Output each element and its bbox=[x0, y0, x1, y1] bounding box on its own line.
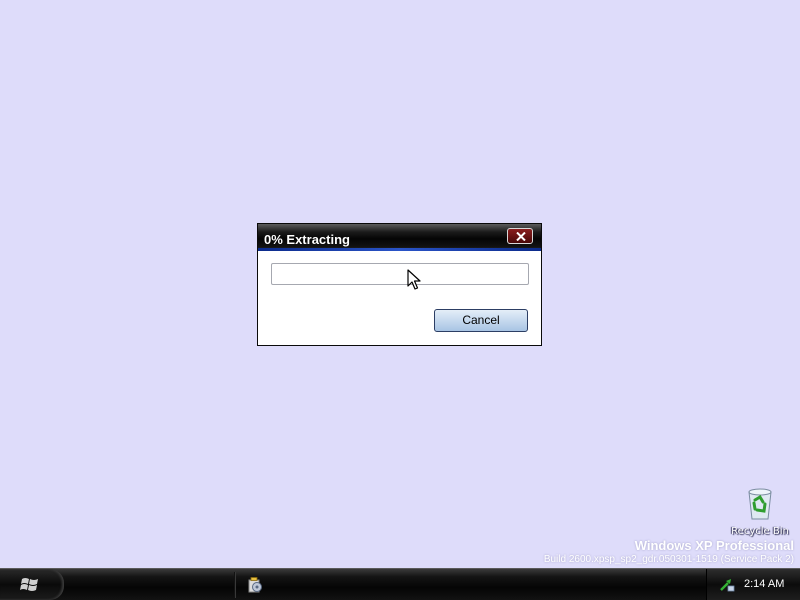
system-tray: 2:14 AM bbox=[706, 569, 800, 600]
close-icon bbox=[516, 232, 526, 241]
mouse-cursor bbox=[407, 269, 421, 295]
os-watermark-build: Build 2600.xpsp_sp2_gdr.050301-1519 (Ser… bbox=[543, 554, 794, 565]
quick-launch-button[interactable] bbox=[247, 577, 263, 597]
network-icon[interactable] bbox=[719, 577, 735, 596]
dialog-titlebar[interactable]: 0% Extracting bbox=[258, 224, 541, 251]
os-watermark: Windows XP Professional Build 2600.xpsp_… bbox=[544, 538, 794, 566]
dialog-title: 0% Extracting bbox=[264, 232, 350, 247]
extract-progress-bar bbox=[271, 263, 529, 285]
start-button[interactable] bbox=[0, 569, 64, 600]
recycle-bin-icon bbox=[745, 486, 775, 520]
desktop: Recycle Bin Windows XP Professional Buil… bbox=[0, 0, 800, 600]
taskbar: 2:14 AM bbox=[0, 568, 800, 600]
arrow-cursor-icon bbox=[407, 269, 421, 290]
close-button[interactable] bbox=[507, 228, 533, 244]
windows-logo-icon bbox=[20, 578, 38, 591]
cancel-button[interactable]: Cancel bbox=[434, 309, 528, 332]
taskbar-separator bbox=[234, 572, 236, 598]
taskbar-clock[interactable]: 2:14 AM bbox=[744, 578, 784, 590]
extracting-dialog: 0% Extracting Cancel bbox=[257, 223, 542, 346]
recycle-bin-shortcut[interactable]: Recycle Bin bbox=[728, 486, 792, 537]
os-watermark-title: Windows XP Professional bbox=[634, 538, 794, 553]
installer-icon bbox=[248, 577, 262, 593]
dialog-body: Cancel bbox=[258, 251, 541, 345]
recycle-bin-label: Recycle Bin bbox=[731, 526, 789, 537]
